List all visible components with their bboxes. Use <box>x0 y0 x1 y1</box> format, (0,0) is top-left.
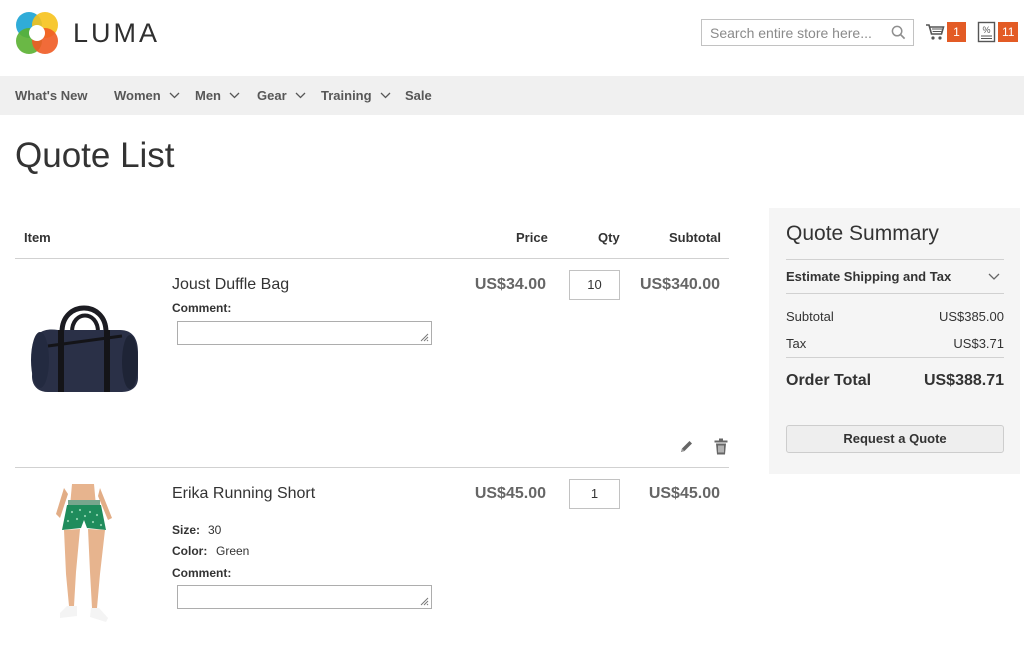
main-navigation: What's New Women Men Gear Training Sale <box>0 76 1024 115</box>
svg-text:%: % <box>982 25 990 35</box>
comment-textarea[interactable] <box>177 585 432 609</box>
column-header-price: Price <box>516 230 548 245</box>
nav-item-label: Men <box>195 88 221 103</box>
option-value-color: Green <box>216 544 250 558</box>
item-price: US$45.00 <box>474 485 546 502</box>
item-subtotal: US$340.00 <box>639 276 720 293</box>
resize-grip-icon[interactable] <box>419 332 429 342</box>
comment-textarea[interactable] <box>177 321 432 345</box>
summary-divider <box>786 259 1004 260</box>
nav-item-label: Women <box>114 88 161 103</box>
option-label-size: Size: <box>172 523 201 537</box>
nav-item-men[interactable]: Men <box>195 76 240 115</box>
page-title: Quote List <box>15 136 175 175</box>
estimate-shipping-toggle[interactable]: Estimate Shipping and Tax <box>786 269 1004 284</box>
quote-summary-panel: Quote Summary Estimate Shipping and Tax … <box>769 208 1020 474</box>
column-header-item: Item <box>24 230 51 245</box>
nav-item-label: Sale <box>405 88 432 103</box>
chevron-down-icon <box>169 92 180 99</box>
subtotal-label: Subtotal <box>786 309 834 324</box>
nav-item-whats-new[interactable]: What's New <box>15 76 87 115</box>
order-total-row: Order Total US$388.71 <box>786 372 1004 390</box>
nav-item-label: Gear <box>257 88 287 103</box>
nav-item-label: What's New <box>15 88 88 103</box>
row-divider <box>15 467 729 468</box>
quote-icon: % <box>977 21 996 43</box>
running-short-image[interactable] <box>50 484 120 626</box>
search-input[interactable] <box>702 20 882 45</box>
order-total-value: US$388.71 <box>923 372 1004 389</box>
nav-item-label: Training <box>321 88 372 103</box>
chevron-down-icon <box>229 92 240 99</box>
product-name-link[interactable]: Erika Running Short <box>172 485 315 503</box>
product-name-link[interactable]: Joust Duffle Bag <box>172 276 289 294</box>
nav-item-training[interactable]: Training <box>321 76 391 115</box>
subtotal-value: US$385.00 <box>938 309 1004 324</box>
tax-row: Tax US$3.71 <box>786 336 1004 351</box>
minicart-button[interactable]: 1 <box>925 21 969 43</box>
item-price: US$34.00 <box>474 276 546 293</box>
edit-pencil-icon[interactable] <box>679 439 694 454</box>
request-quote-button[interactable]: Request a Quote <box>786 425 1004 453</box>
search-box[interactable] <box>701 19 914 46</box>
table-header-divider <box>15 258 729 259</box>
order-total-label: Order Total <box>786 372 872 389</box>
luma-logo-icon <box>16 12 58 54</box>
nav-item-sale[interactable]: Sale <box>405 76 432 115</box>
chevron-down-icon <box>380 92 391 99</box>
estimate-shipping-label: Estimate Shipping and Tax <box>786 269 952 284</box>
delete-trash-icon[interactable] <box>714 438 728 455</box>
resize-grip-icon[interactable] <box>419 596 429 606</box>
summary-title: Quote Summary <box>786 222 939 245</box>
summary-divider <box>786 357 1004 358</box>
column-header-subtotal: Subtotal <box>669 230 721 245</box>
luma-logo[interactable]: LUMA <box>15 11 175 55</box>
nav-item-women[interactable]: Women <box>114 76 180 115</box>
column-header-qty: Qty <box>598 230 620 245</box>
option-label-color: Color: <box>172 544 208 558</box>
tax-value: US$3.71 <box>953 336 1004 351</box>
cart-icon <box>926 24 945 40</box>
subtotal-row: Subtotal US$385.00 <box>786 309 1004 324</box>
brand-name: LUMA <box>73 17 161 48</box>
miniquote-button[interactable]: % 11 <box>977 20 1021 44</box>
tax-label: Tax <box>786 336 807 351</box>
duffle-bag-image[interactable] <box>28 292 140 396</box>
site-header: LUMA 1 % 11 <box>0 0 1024 76</box>
qty-input[interactable]: 10 <box>569 270 620 300</box>
chevron-down-icon <box>295 92 306 99</box>
summary-divider <box>786 293 1004 294</box>
comment-label: Comment: <box>172 301 232 315</box>
cart-count-badge: 1 <box>947 22 966 42</box>
chevron-down-icon <box>988 273 1000 280</box>
search-icon[interactable] <box>891 25 906 40</box>
option-value-size: 30 <box>208 523 222 537</box>
nav-item-gear[interactable]: Gear <box>257 76 306 115</box>
qty-input[interactable]: 1 <box>569 479 620 509</box>
comment-label: Comment: <box>172 566 232 580</box>
item-subtotal: US$45.00 <box>648 485 720 502</box>
quote-count-badge: 11 <box>998 22 1019 42</box>
